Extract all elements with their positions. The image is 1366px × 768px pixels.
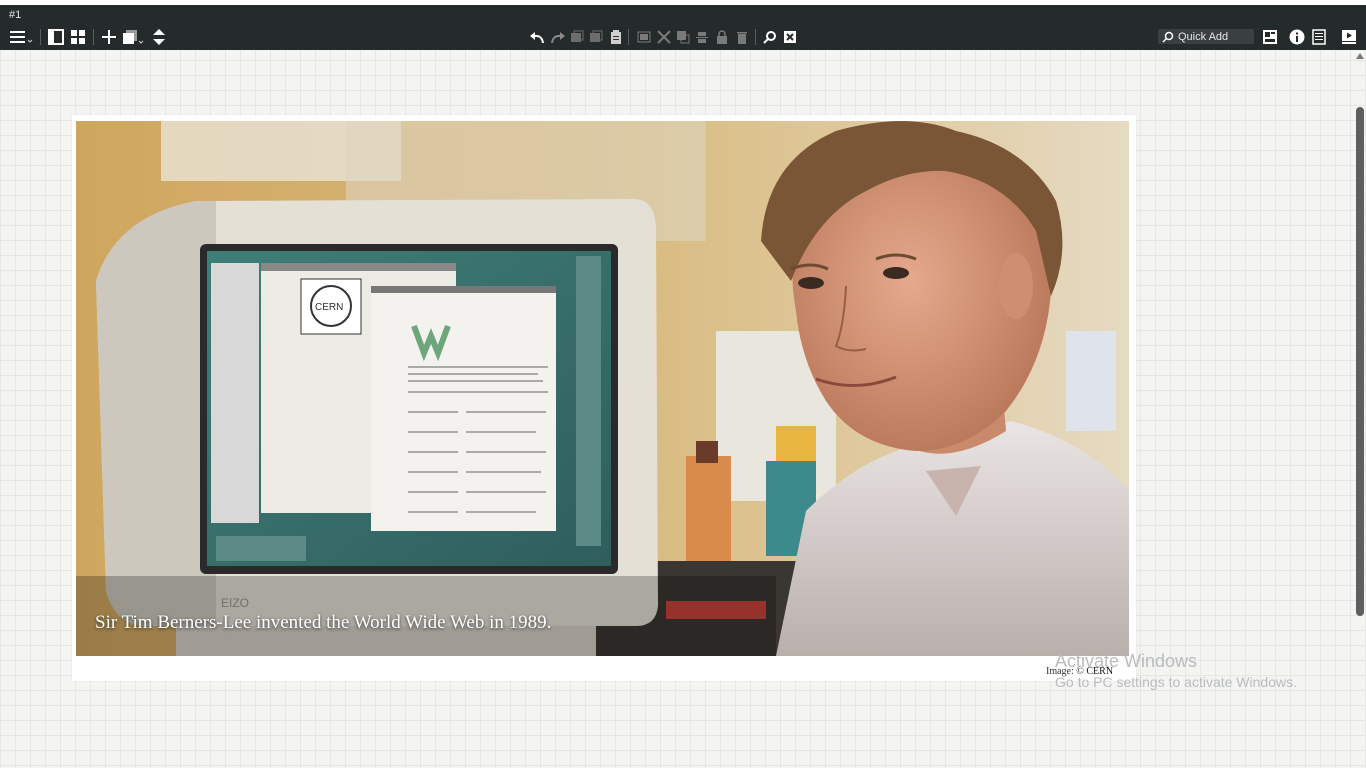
trash-icon <box>737 32 747 44</box>
delete-button[interactable] <box>734 27 750 47</box>
grid-icon <box>71 30 85 44</box>
toolbar-separator <box>40 29 41 45</box>
tab-label[interactable]: #1 <box>9 9 21 21</box>
bring-to-front-button[interactable] <box>675 27 691 47</box>
align-button[interactable] <box>694 27 710 47</box>
photo-illustration: CERN EIZO <box>76 121 1129 656</box>
cut-icon <box>571 30 584 42</box>
article-photo: CERN EIZO Sir Tim Berners-Lee invented t… <box>76 121 1129 656</box>
sidebar-layout-icon <box>48 29 64 45</box>
redo-icon <box>551 32 565 44</box>
copy-icon <box>123 30 144 44</box>
lock-icon <box>717 30 727 44</box>
cut-button[interactable] <box>569 27 585 47</box>
monitor-cern-logo: CERN <box>315 302 343 313</box>
info-button[interactable] <box>1288 27 1306 47</box>
layout-sidebar-button[interactable] <box>47 27 65 47</box>
present-button[interactable] <box>1340 27 1358 47</box>
undo-button[interactable] <box>528 27 546 47</box>
toolbar-separator <box>755 29 756 45</box>
group-button[interactable] <box>636 27 652 47</box>
search-icon <box>1162 31 1174 43</box>
document-icon <box>1312 29 1326 45</box>
close-box-icon <box>784 31 796 43</box>
align-center-icon <box>696 32 708 43</box>
quick-add-label: Quick Add <box>1178 30 1229 43</box>
copy-button[interactable] <box>588 27 604 47</box>
undo-icon <box>530 32 544 44</box>
search-icon <box>763 31 776 44</box>
toolbar: #1 Quick Add <box>0 5 1366 50</box>
paste-button[interactable] <box>608 27 624 47</box>
watermark-title: Activate Windows <box>1055 651 1198 671</box>
image-card[interactable]: CERN EIZO Sir Tim Berners-Lee invented t… <box>72 115 1136 681</box>
menu-button[interactable] <box>9 27 33 47</box>
plus-icon <box>102 30 116 44</box>
toolbar-separator <box>93 29 94 45</box>
inspector-button[interactable] <box>1261 27 1279 47</box>
redo-button[interactable] <box>549 27 567 47</box>
photo-caption: Sir Tim Berners-Lee invented the World W… <box>95 612 552 633</box>
toolbar-separator <box>628 29 629 45</box>
scrollbar-thumb[interactable] <box>1356 107 1364 616</box>
ungroup-icon <box>657 30 671 44</box>
inspector-icon <box>1263 30 1277 44</box>
find-button[interactable] <box>762 27 778 47</box>
info-icon <box>1289 29 1305 45</box>
grid-view-button[interactable] <box>69 27 87 47</box>
watermark-subtitle: Go to PC settings to activate Windows. <box>1055 674 1297 690</box>
copy-style-icon <box>590 30 603 42</box>
close-search-button[interactable] <box>782 27 798 47</box>
ungroup-button[interactable] <box>656 27 672 47</box>
group-icon <box>637 31 651 43</box>
clipboard-icon <box>611 30 621 44</box>
duplicate-button[interactable] <box>122 27 146 47</box>
play-presentation-icon <box>1342 30 1356 44</box>
lock-button[interactable] <box>714 27 730 47</box>
sort-arrows-icon <box>153 29 165 45</box>
activate-windows-watermark: Activate Windows Go to PC settings to ac… <box>1055 651 1297 690</box>
notes-button[interactable] <box>1310 27 1328 47</box>
layer-front-icon <box>677 31 690 44</box>
hamburger-icon <box>10 31 33 43</box>
add-button[interactable] <box>100 27 118 47</box>
sort-button[interactable] <box>150 27 168 47</box>
scroll-up-arrow-icon[interactable] <box>1356 53 1364 59</box>
quick-add-input[interactable]: Quick Add <box>1158 29 1254 44</box>
